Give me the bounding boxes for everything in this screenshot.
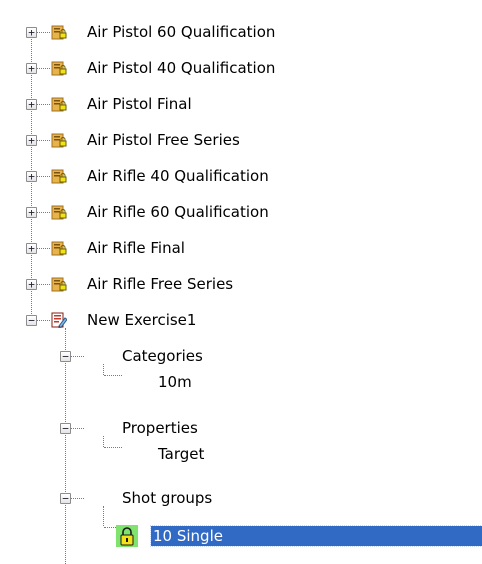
tree-item-air-rifle-40[interactable]: + Air Rifle 40 Qualification <box>0 164 482 188</box>
tree-item-10m[interactable]: 10m <box>0 368 482 392</box>
tree-item-label-selected: 10 Single <box>150 525 482 547</box>
expand-toggle[interactable]: + <box>26 171 37 182</box>
locked-exercise-icon <box>51 277 67 292</box>
expand-toggle[interactable]: + <box>26 63 37 74</box>
tree-item-label: Shot groups <box>122 489 213 507</box>
expand-toggle[interactable]: + <box>26 27 37 38</box>
tree-line-shot-groups <box>103 506 104 526</box>
tree-item-label: Air Pistol 40 Qualification <box>87 59 276 77</box>
tree-item-air-rifle-60[interactable]: + Air Rifle 60 Qualification <box>0 200 482 224</box>
locked-exercise-icon <box>51 205 67 220</box>
tree-item-properties[interactable]: − Properties <box>0 416 482 440</box>
locked-exercise-icon <box>51 25 67 40</box>
locked-exercise-icon <box>51 61 67 76</box>
expand-toggle[interactable]: + <box>26 99 37 110</box>
tree-item-10-single[interactable]: 10 Single <box>0 524 482 548</box>
expand-toggle[interactable]: + <box>26 279 37 290</box>
locked-exercise-icon <box>51 241 67 256</box>
tree-item-label: Air Rifle Free Series <box>87 275 234 293</box>
expand-toggle[interactable]: + <box>26 243 37 254</box>
locked-exercise-icon <box>51 169 67 184</box>
tree-item-label: Target <box>158 445 205 463</box>
tree-item-label: Air Rifle Final <box>87 239 185 257</box>
tree-item-label: Air Rifle 40 Qualification <box>87 167 269 185</box>
expand-toggle[interactable]: + <box>26 135 37 146</box>
tree-line-h <box>104 375 122 376</box>
tree-item-new-exercise1[interactable]: − New Exercise1 <box>0 308 482 332</box>
expand-toggle[interactable]: + <box>26 207 37 218</box>
collapse-toggle[interactable]: − <box>60 423 71 434</box>
locked-exercise-icon <box>51 133 67 148</box>
tree-item-label: Air Pistol Final <box>87 95 192 113</box>
exercise-tree[interactable]: + Air Pistol 60 Qualification + Air Pist… <box>0 0 482 564</box>
locked-exercise-icon <box>51 97 67 112</box>
tree-item-shot-groups[interactable]: − Shot groups <box>0 486 482 510</box>
tree-item-air-rifle-final[interactable]: + Air Rifle Final <box>0 236 482 260</box>
tree-item-label: Properties <box>122 419 198 437</box>
tree-item-label: Air Pistol Free Series <box>87 131 240 149</box>
tree-item-categories[interactable]: − Categories <box>0 344 482 368</box>
tree-item-target[interactable]: Target <box>0 440 482 464</box>
tree-item-label: Air Pistol 60 Qualification <box>87 23 276 41</box>
collapse-toggle[interactable]: − <box>60 493 71 504</box>
tree-item-air-rifle-free-series[interactable]: + Air Rifle Free Series <box>0 272 482 296</box>
tree-item-label: Air Rifle 60 Qualification <box>87 203 269 221</box>
tree-item-label: Categories <box>122 347 203 365</box>
tree-line-h <box>104 447 122 448</box>
tree-item-label: 10m <box>158 373 192 391</box>
tree-item-air-pistol-60[interactable]: + Air Pistol 60 Qualification <box>0 20 482 44</box>
tree-item-air-pistol-final[interactable]: + Air Pistol Final <box>0 92 482 116</box>
tree-item-air-pistol-free-series[interactable]: + Air Pistol Free Series <box>0 128 482 152</box>
tree-item-air-pistol-40[interactable]: + Air Pistol 40 Qualification <box>0 56 482 80</box>
collapse-toggle[interactable]: − <box>26 315 37 326</box>
tree-item-label: New Exercise1 <box>87 311 197 329</box>
padlock-icon <box>116 525 138 547</box>
edit-exercise-icon <box>51 312 67 328</box>
collapse-toggle[interactable]: − <box>60 351 71 362</box>
